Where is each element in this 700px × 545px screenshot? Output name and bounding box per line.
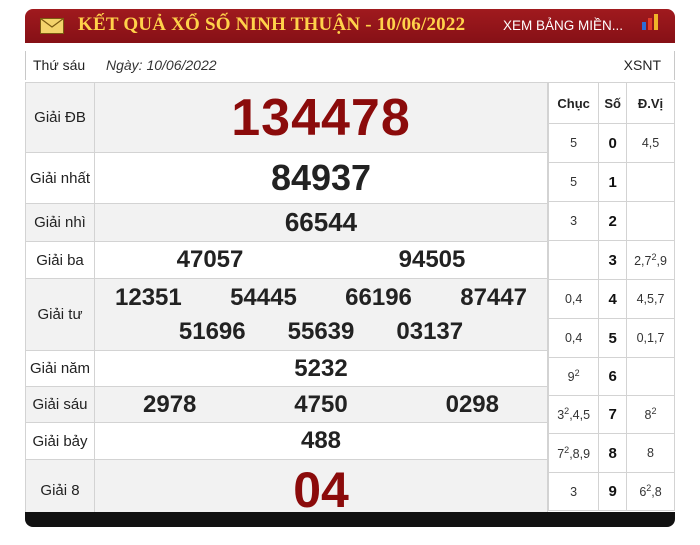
prize-ba-cell: 47057 94505	[94, 241, 548, 279]
prize-nam-cell: 5232	[94, 350, 548, 387]
loto-header-dvi: Đ.Vị	[626, 82, 675, 124]
loto-tens-cell: 92	[547, 357, 600, 396]
loto-rows: 5 0 4,5 5 1 3 2 3 2,72,9 0,4 4 4,5,7 0,4 5 0,1,7 92 6 32,…	[547, 123, 675, 511]
loto-digit-cell: 6	[598, 357, 628, 396]
prize-label-db: Giải ĐB	[25, 82, 95, 153]
loto-units-cell	[626, 357, 675, 396]
prize-table: Giải ĐB 134478 Giải nhất 84937 Giải nhì …	[25, 82, 548, 521]
loto-tens-cell: 3	[547, 472, 600, 511]
fourth-prize-number: 51696	[178, 317, 246, 345]
loto-tens-cell	[547, 240, 600, 280]
prize-sau-cell: 2978 4750 0298	[94, 386, 548, 423]
prize-label-nam: Giải năm	[25, 350, 95, 387]
loto-units-cell: 8	[626, 433, 675, 473]
loto-row: 5 0 4,5	[547, 123, 675, 163]
draw-info-bar: Thứ sáu Ngày: 10/06/2022 XSNT	[25, 51, 675, 80]
loto-digit-cell: 4	[598, 279, 628, 319]
third-prize-number: 47057	[176, 246, 244, 273]
loto-units-cell: 82	[626, 395, 675, 434]
loto-row: 72,8,9 8 8	[547, 433, 675, 473]
page-title: KẾT QUẢ XỔ SỐ NINH THUẬN - 10/06/2022	[78, 14, 466, 35]
sixth-prize-number: 0298	[445, 390, 499, 418]
envelope-icon	[40, 18, 64, 34]
special-prize-number: 134478	[231, 88, 411, 147]
loto-digit-cell: 9	[598, 472, 628, 511]
loto-row: 51	[547, 162, 675, 202]
sixth-prize-number: 2978	[143, 390, 197, 418]
loto-head-tail-table: Chục Số Đ.Vị 5 0 4,5 5 1 3 2 3 2,72,9 0,4 4 4,5,7 0,…	[547, 82, 675, 511]
prize-db-cell: 134478	[94, 82, 548, 153]
loto-tens-cell: 32,4,5	[547, 395, 600, 434]
prize-tu-cell: 12351 54445 66196 87447 51696 55639 0313…	[94, 278, 548, 351]
first-prize-number: 84937	[270, 157, 372, 198]
eighth-prize-number: 04	[293, 462, 349, 518]
lottery-code: XSNT	[623, 57, 661, 73]
loto-tens-cell: 0,4	[547, 279, 600, 319]
loto-row: 0,4 5 0,1,7	[547, 318, 675, 358]
loto-tens-cell: 3	[547, 201, 600, 241]
loto-digit-cell: 8	[598, 433, 628, 473]
prize-label-ba: Giải ba	[25, 241, 95, 279]
regional-table-link[interactable]: XEM BẢNG MIỀN...	[503, 18, 623, 33]
second-prize-number: 66544	[284, 207, 358, 237]
prize-label-bay: Giải bảy	[25, 422, 95, 460]
draw-date: Ngày: 10/06/2022	[106, 57, 217, 73]
loto-units-cell: 62,8	[626, 472, 675, 511]
fifth-prize-number: 5232	[294, 354, 348, 382]
loto-row: 92 6	[547, 357, 675, 396]
loto-units-cell: 2,72,9	[626, 240, 675, 280]
loto-digit-cell: 1	[598, 162, 628, 202]
loto-row: 3 9 62,8	[547, 472, 675, 511]
loto-tens-cell: 0,4	[547, 318, 600, 358]
footer-bar	[25, 512, 675, 527]
fourth-prize-number: 12351	[115, 283, 182, 311]
loto-units-cell	[626, 201, 675, 241]
prize-label-nhat: Giải nhất	[25, 152, 95, 204]
fourth-prize-number: 54445	[230, 283, 297, 311]
prize-nhi-cell: 66544	[94, 203, 548, 242]
loto-digit-cell: 0	[598, 123, 628, 163]
third-prize-number: 94505	[398, 246, 466, 273]
results-card: KẾT QUẢ XỔ SỐ NINH THUẬN - 10/06/2022 XE…	[25, 9, 675, 527]
title-bar: KẾT QUẢ XỔ SỐ NINH THUẬN - 10/06/2022 XE…	[25, 9, 675, 43]
loto-units-cell	[626, 162, 675, 202]
loto-header-chuc: Chục	[547, 82, 600, 124]
loto-tens-cell: 5	[547, 123, 600, 163]
loto-digit-cell: 5	[598, 318, 628, 358]
loto-row: 32	[547, 201, 675, 241]
prize-nhat-cell: 84937	[94, 152, 548, 204]
loto-tens-cell: 5	[547, 162, 600, 202]
loto-row: 3 2,72,9	[547, 240, 675, 280]
prize-label-sau: Giải sáu	[25, 386, 95, 423]
loto-digit-cell: 7	[598, 395, 628, 434]
loto-units-cell: 4,5	[626, 123, 675, 163]
loto-header-so: Số	[598, 82, 628, 124]
seventh-prize-number: 488	[300, 427, 342, 454]
loto-units-cell: 4,5,7	[626, 279, 675, 319]
loto-row: 0,4 4 4,5,7	[547, 279, 675, 319]
loto-units-cell: 0,1,7	[626, 318, 675, 358]
fourth-prize-number: 03137	[396, 317, 464, 345]
draw-weekday: Thứ sáu	[33, 57, 86, 73]
prize-label-tu: Giải tư	[25, 278, 95, 351]
fourth-prize-number: 66196	[345, 283, 412, 311]
bar-chart-icon[interactable]	[640, 12, 662, 30]
loto-digit-cell: 3	[598, 240, 628, 280]
loto-digit-cell: 2	[598, 201, 628, 241]
sixth-prize-number: 4750	[294, 390, 348, 418]
prize-label-nhi: Giải nhì	[25, 203, 95, 242]
prize-bay-cell: 488	[94, 422, 548, 460]
loto-row: 32,4,5 7 82	[547, 395, 675, 434]
fourth-prize-number: 87447	[460, 283, 527, 311]
fourth-prize-number: 55639	[287, 317, 355, 345]
loto-tens-cell: 72,8,9	[547, 433, 600, 473]
